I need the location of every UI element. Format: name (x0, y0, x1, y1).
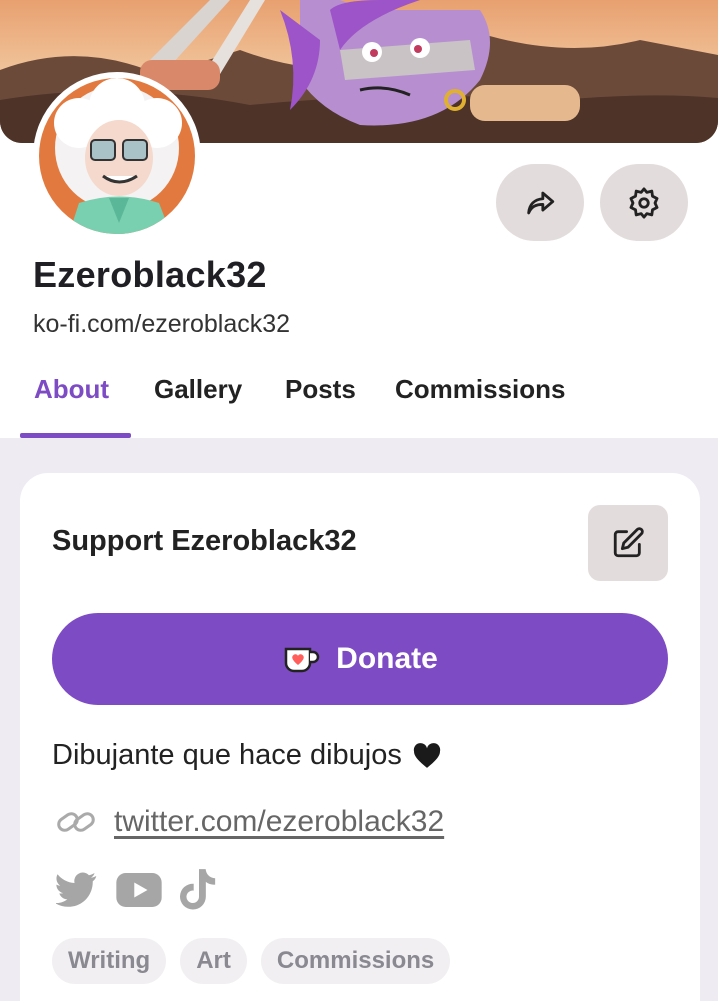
link-icon (57, 812, 95, 832)
tag-writing[interactable]: Writing (52, 938, 167, 984)
profile-url[interactable]: ko-fi.com/ezeroblack32 (33, 310, 290, 339)
edit-button[interactable] (588, 505, 668, 581)
social-icons (56, 869, 218, 911)
profile-bio: Dibujante que hace dibujos (52, 739, 442, 772)
external-link-row: twitter.com/ezeroblack32 (56, 805, 444, 839)
twitter-link[interactable]: twitter.com/ezeroblack32 (114, 805, 444, 839)
bio-text: Dibujante que hace dibujos (52, 739, 402, 771)
share-arrow-icon (527, 191, 555, 214)
tab-commissions[interactable]: Commissions (395, 374, 566, 405)
donate-button[interactable]: Donate (52, 613, 668, 705)
tab-gallery[interactable]: Gallery (154, 374, 242, 405)
profile-tabs: About Gallery Posts Commissions (0, 360, 718, 438)
tiktok-icon[interactable] (180, 869, 218, 911)
ko-fi-cup-icon (284, 647, 320, 673)
donate-label: Donate (336, 642, 438, 675)
gear-icon (629, 186, 659, 219)
tags-row: Writing Art Commissions (52, 938, 451, 984)
support-card: Support Ezeroblack32 Donate Dibujante qu… (20, 473, 700, 1001)
avatar-image (39, 78, 195, 234)
profile-username: Ezeroblack32 (33, 254, 267, 295)
twitter-icon[interactable] (56, 872, 98, 908)
tab-posts[interactable]: Posts (285, 374, 356, 405)
tag-art[interactable]: Art (180, 938, 247, 984)
youtube-icon[interactable] (116, 873, 162, 907)
share-button[interactable] (496, 164, 584, 241)
tag-commissions[interactable]: Commissions (260, 938, 451, 984)
profile-avatar[interactable] (33, 72, 201, 240)
tab-about[interactable]: About (34, 374, 109, 405)
edit-icon (613, 527, 644, 558)
support-title: Support Ezeroblack32 (52, 525, 357, 557)
heart-icon (413, 742, 441, 768)
settings-button[interactable] (600, 164, 688, 241)
